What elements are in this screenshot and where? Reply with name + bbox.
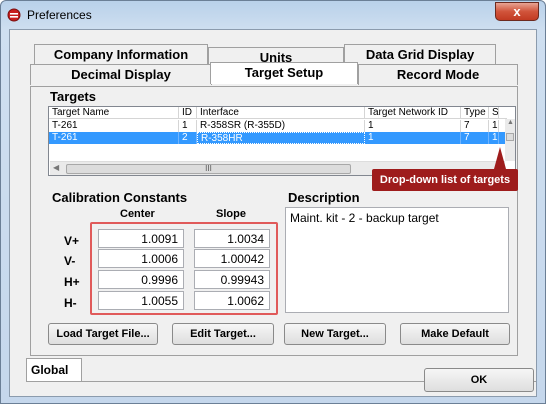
column-header-target-name[interactable]: Target Name — [49, 107, 179, 119]
cell-type: 7 — [461, 120, 489, 132]
app-icon — [7, 8, 21, 22]
column-header-interface[interactable]: Interface — [197, 107, 365, 119]
tab-company-information[interactable]: Company Information — [34, 44, 208, 65]
scroll-up-icon[interactable]: ▲ — [507, 119, 514, 126]
tab-data-grid-display[interactable]: Data Grid Display — [344, 44, 496, 65]
cell-network-id: 1 — [365, 132, 461, 144]
row-label-v-minus: V- — [64, 254, 76, 268]
cell-s: 1 — [489, 132, 499, 144]
window-title: Preferences — [27, 8, 92, 22]
scroll-thumb[interactable]: III — [66, 164, 351, 174]
close-button[interactable]: x — [495, 2, 539, 21]
description-group-label: Description — [288, 190, 360, 205]
column-header-type[interactable]: Type — [461, 107, 489, 119]
targets-group-label: Targets — [50, 89, 96, 104]
column-header-target-network-id[interactable]: Target Network ID — [365, 107, 461, 119]
targets-grid-header: Target Name ID Interface Target Network … — [49, 107, 507, 119]
grid-vertical-scrollbar[interactable]: ▲ — [505, 119, 515, 161]
edit-target-button[interactable]: Edit Target... — [172, 323, 274, 345]
tab-decimal-display[interactable]: Decimal Display — [30, 64, 212, 85]
cell-id: 2 — [179, 132, 197, 144]
cell-s: 1 — [489, 120, 499, 132]
slope-h-minus-field[interactable]: 1.0062 — [194, 291, 270, 310]
row-label-h-minus: H- — [64, 296, 77, 310]
scroll-left-icon[interactable]: ◀ — [53, 163, 59, 172]
center-h-minus-field[interactable]: 1.0055 — [98, 291, 184, 310]
tab-target-setup[interactable]: Target Setup — [210, 62, 358, 84]
cell-target-name: T-261 — [49, 132, 179, 144]
calibration-group-label: Calibration Constants — [52, 190, 188, 205]
ok-button[interactable]: OK — [424, 368, 534, 392]
slope-v-minus-field[interactable]: 1.00042 — [194, 249, 270, 268]
column-header-id[interactable]: ID — [179, 107, 197, 119]
column-header-s[interactable]: S — [489, 107, 499, 119]
table-row[interactable]: T-261 1 R-358SR (R-355D) 1 7 1 — [49, 120, 507, 132]
center-v-minus-field[interactable]: 1.0006 — [98, 249, 184, 268]
center-column-label: Center — [120, 208, 155, 220]
load-target-file-button[interactable]: Load Target File... — [48, 323, 158, 345]
new-target-button[interactable]: New Target... — [284, 323, 386, 345]
tab-record-mode[interactable]: Record Mode — [358, 64, 518, 85]
dropdown-tooltip: Drop-down list of targets — [372, 169, 518, 191]
targets-grid[interactable]: Target Name ID Interface Target Network … — [48, 106, 516, 176]
center-h-plus-field[interactable]: 0.9996 — [98, 270, 184, 289]
slope-column-label: Slope — [216, 208, 246, 220]
cell-network-id: 1 — [365, 120, 461, 132]
cell-id: 1 — [179, 120, 197, 132]
title-bar: Preferences x — [1, 1, 545, 29]
make-default-button[interactable]: Make Default — [400, 323, 510, 345]
cell-target-name: T-261 — [49, 120, 179, 132]
row-label-v-plus: V+ — [64, 234, 80, 248]
description-field[interactable]: Maint. kit - 2 - backup target — [285, 207, 509, 313]
slope-h-plus-field[interactable]: 0.99943 — [194, 270, 270, 289]
row-label-h-plus: H+ — [64, 275, 80, 289]
tooltip-pointer — [494, 147, 506, 169]
cell-type: 7 — [461, 132, 489, 144]
table-row-selected[interactable]: T-261 2 R-358HR 1 7 1 — [49, 132, 507, 144]
tab-global[interactable]: Global — [26, 358, 82, 382]
cell-interface[interactable]: R-358HR — [197, 132, 365, 144]
center-v-plus-field[interactable]: 1.0091 — [98, 229, 184, 248]
slope-v-plus-field[interactable]: 1.0034 — [194, 229, 270, 248]
dropdown-arrow-icon[interactable] — [506, 133, 514, 141]
cell-interface: R-358SR (R-355D) — [197, 120, 365, 132]
